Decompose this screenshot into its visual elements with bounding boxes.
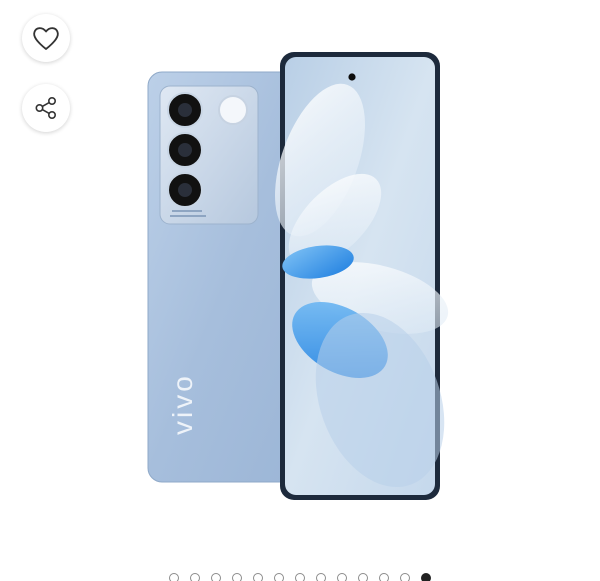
carousel-dot[interactable] (400, 573, 410, 581)
carousel-dot[interactable] (358, 573, 368, 581)
carousel-dot[interactable] (274, 573, 284, 581)
carousel-dot[interactable] (379, 573, 389, 581)
carousel-dots (0, 573, 600, 581)
share-icon (33, 95, 59, 121)
share-button[interactable] (22, 84, 70, 132)
carousel-dot[interactable] (190, 573, 200, 581)
carousel-dot[interactable] (232, 573, 242, 581)
carousel-dot[interactable] (169, 573, 179, 581)
carousel-dot[interactable] (337, 573, 347, 581)
carousel-dot[interactable] (316, 573, 326, 581)
carousel-dot[interactable] (295, 573, 305, 581)
wishlist-button[interactable] (22, 14, 70, 62)
heart-icon (32, 25, 60, 51)
carousel-dot[interactable] (253, 573, 263, 581)
brand-logo: vivo (167, 373, 198, 435)
carousel-dot-active[interactable] (421, 573, 431, 581)
carousel-dot[interactable] (211, 573, 221, 581)
product-image[interactable]: vivo (130, 40, 460, 510)
phone-front (275, 52, 449, 500)
product-gallery: vivo (0, 0, 600, 581)
